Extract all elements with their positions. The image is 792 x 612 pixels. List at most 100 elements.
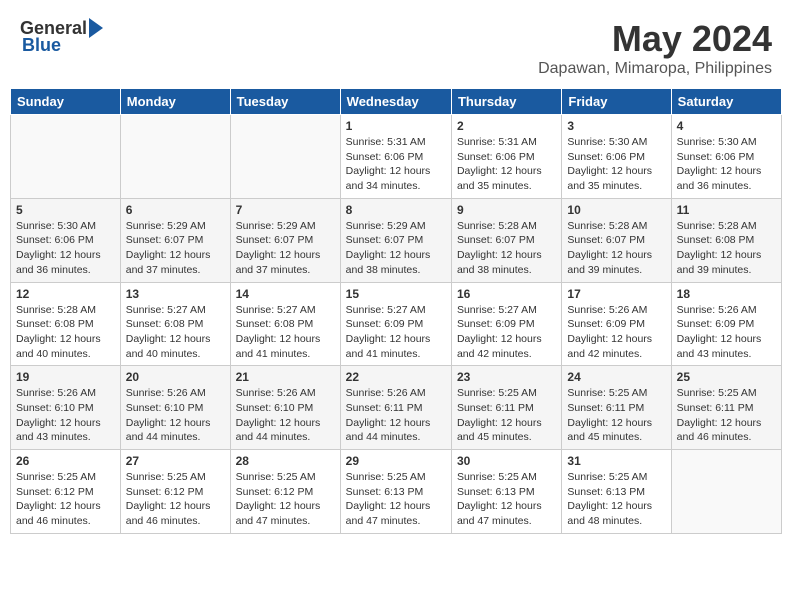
calendar-cell: 2 Sunrise: 5:31 AM Sunset: 6:06 PM Daylig… [451, 115, 561, 199]
logo-arrow-icon [89, 18, 103, 38]
day-number: 14 [236, 287, 335, 301]
calendar-week-row: 26 Sunrise: 5:25 AM Sunset: 6:12 PM Dayli… [11, 450, 782, 534]
day-info: Sunrise: 5:29 AM Sunset: 6:07 PM Dayligh… [346, 219, 446, 278]
calendar-cell: 10 Sunrise: 5:28 AM Sunset: 6:07 PM Dayli… [562, 198, 671, 282]
weekday-header-saturday: Saturday [671, 89, 781, 115]
day-number: 4 [677, 119, 776, 133]
day-info: Sunrise: 5:25 AM Sunset: 6:11 PM Dayligh… [567, 386, 665, 445]
calendar-cell: 1Sunrise: 5:31 AM Sunset: 6:06 PM Daylig… [340, 115, 451, 199]
weekday-header-monday: Monday [120, 89, 230, 115]
day-info: Sunrise: 5:28 AM Sunset: 6:07 PM Dayligh… [567, 219, 665, 278]
day-info: Sunrise: 5:26 AM Sunset: 6:10 PM Dayligh… [16, 386, 115, 445]
weekday-header-sunday: Sunday [11, 89, 121, 115]
day-number: 31 [567, 454, 665, 468]
day-number: 11 [677, 203, 776, 217]
calendar-cell: 18 Sunrise: 5:26 AM Sunset: 6:09 PM Dayli… [671, 282, 781, 366]
calendar-cell: 30Sunrise: 5:25 AM Sunset: 6:13 PM Dayli… [451, 450, 561, 534]
day-number: 13 [126, 287, 225, 301]
calendar-cell: 26 Sunrise: 5:25 AM Sunset: 6:12 PM Dayli… [11, 450, 121, 534]
day-number: 16 [457, 287, 556, 301]
day-number: 3 [567, 119, 665, 133]
day-info: Sunrise: 5:30 AM Sunset: 6:06 PM Dayligh… [567, 135, 665, 194]
day-number: 21 [236, 370, 335, 384]
calendar-cell: 12 Sunrise: 5:28 AM Sunset: 6:08 PM Dayli… [11, 282, 121, 366]
calendar-cell: 23 Sunrise: 5:25 AM Sunset: 6:11 PM Dayli… [451, 366, 561, 450]
calendar-cell: 28 Sunrise: 5:25 AM Sunset: 6:12 PM Dayli… [230, 450, 340, 534]
day-info: Sunrise: 5:25 AM Sunset: 6:12 PM Dayligh… [236, 470, 335, 529]
day-number: 28 [236, 454, 335, 468]
day-info: Sunrise: 5:31 AM Sunset: 6:06 PM Dayligh… [457, 135, 556, 194]
day-info: Sunrise: 5:25 AM Sunset: 6:13 PM Dayligh… [567, 470, 665, 529]
weekday-header-tuesday: Tuesday [230, 89, 340, 115]
day-number: 15 [346, 287, 446, 301]
day-info: Sunrise: 5:31 AM Sunset: 6:06 PM Dayligh… [346, 135, 446, 194]
calendar-cell: 13 Sunrise: 5:27 AM Sunset: 6:08 PM Dayli… [120, 282, 230, 366]
calendar-cell: 25 Sunrise: 5:25 AM Sunset: 6:11 PM Dayli… [671, 366, 781, 450]
calendar-week-row: 19 Sunrise: 5:26 AM Sunset: 6:10 PM Dayli… [11, 366, 782, 450]
calendar-week-row: 12 Sunrise: 5:28 AM Sunset: 6:08 PM Dayli… [11, 282, 782, 366]
calendar-header-row: SundayMondayTuesdayWednesdayThursdayFrid… [11, 89, 782, 115]
day-info: Sunrise: 5:26 AM Sunset: 6:09 PM Dayligh… [567, 303, 665, 362]
day-number: 23 [457, 370, 556, 384]
day-info: Sunrise: 5:25 AM Sunset: 6:11 PM Dayligh… [457, 386, 556, 445]
day-number: 12 [16, 287, 115, 301]
calendar-cell: 4 Sunrise: 5:30 AM Sunset: 6:06 PM Daylig… [671, 115, 781, 199]
calendar-cell [671, 450, 781, 534]
day-info: Sunrise: 5:29 AM Sunset: 6:07 PM Dayligh… [126, 219, 225, 278]
calendar-cell: 9 Sunrise: 5:28 AM Sunset: 6:07 PM Daylig… [451, 198, 561, 282]
day-number: 7 [236, 203, 335, 217]
calendar-cell: 11Sunrise: 5:28 AM Sunset: 6:08 PM Dayli… [671, 198, 781, 282]
day-number: 18 [677, 287, 776, 301]
day-info: Sunrise: 5:27 AM Sunset: 6:08 PM Dayligh… [126, 303, 225, 362]
day-info: Sunrise: 5:27 AM Sunset: 6:08 PM Dayligh… [236, 303, 335, 362]
day-info: Sunrise: 5:29 AM Sunset: 6:07 PM Dayligh… [236, 219, 335, 278]
calendar-title: May 2024 [538, 18, 772, 60]
day-number: 24 [567, 370, 665, 384]
calendar-table: SundayMondayTuesdayWednesdayThursdayFrid… [10, 88, 782, 534]
calendar-cell: 21 Sunrise: 5:26 AM Sunset: 6:10 PM Dayli… [230, 366, 340, 450]
day-number: 10 [567, 203, 665, 217]
calendar-cell: 6Sunrise: 5:29 AM Sunset: 6:07 PM Daylig… [120, 198, 230, 282]
day-number: 20 [126, 370, 225, 384]
day-info: Sunrise: 5:27 AM Sunset: 6:09 PM Dayligh… [346, 303, 446, 362]
calendar-week-row: 1Sunrise: 5:31 AM Sunset: 6:06 PM Daylig… [11, 115, 782, 199]
calendar-cell [11, 115, 121, 199]
day-info: Sunrise: 5:25 AM Sunset: 6:11 PM Dayligh… [677, 386, 776, 445]
day-info: Sunrise: 5:28 AM Sunset: 6:07 PM Dayligh… [457, 219, 556, 278]
day-number: 9 [457, 203, 556, 217]
day-number: 17 [567, 287, 665, 301]
day-number: 19 [16, 370, 115, 384]
day-info: Sunrise: 5:27 AM Sunset: 6:09 PM Dayligh… [457, 303, 556, 362]
calendar-cell: 19 Sunrise: 5:26 AM Sunset: 6:10 PM Dayli… [11, 366, 121, 450]
calendar-cell: 22Sunrise: 5:26 AM Sunset: 6:11 PM Dayli… [340, 366, 451, 450]
calendar-cell: 17 Sunrise: 5:26 AM Sunset: 6:09 PM Dayli… [562, 282, 671, 366]
logo: General Blue [20, 18, 103, 56]
calendar-cell: 14 Sunrise: 5:27 AM Sunset: 6:08 PM Dayli… [230, 282, 340, 366]
day-number: 25 [677, 370, 776, 384]
calendar-cell [120, 115, 230, 199]
day-info: Sunrise: 5:25 AM Sunset: 6:12 PM Dayligh… [16, 470, 115, 529]
day-number: 8 [346, 203, 446, 217]
day-info: Sunrise: 5:30 AM Sunset: 6:06 PM Dayligh… [677, 135, 776, 194]
day-info: Sunrise: 5:26 AM Sunset: 6:10 PM Dayligh… [236, 386, 335, 445]
day-info: Sunrise: 5:25 AM Sunset: 6:12 PM Dayligh… [126, 470, 225, 529]
calendar-cell [230, 115, 340, 199]
day-number: 5 [16, 203, 115, 217]
day-number: 26 [16, 454, 115, 468]
day-number: 2 [457, 119, 556, 133]
calendar-cell: 24 Sunrise: 5:25 AM Sunset: 6:11 PM Dayli… [562, 366, 671, 450]
day-info: Sunrise: 5:25 AM Sunset: 6:13 PM Dayligh… [346, 470, 446, 529]
calendar-cell: 5Sunrise: 5:30 AM Sunset: 6:06 PM Daylig… [11, 198, 121, 282]
calendar-cell: 7 Sunrise: 5:29 AM Sunset: 6:07 PM Daylig… [230, 198, 340, 282]
header: General Blue May 2024 Dapawan, Mimaropa,… [10, 10, 782, 82]
title-block: May 2024 Dapawan, Mimaropa, Philippines [538, 18, 772, 78]
day-info: Sunrise: 5:28 AM Sunset: 6:08 PM Dayligh… [16, 303, 115, 362]
calendar-cell: 27 Sunrise: 5:25 AM Sunset: 6:12 PM Dayli… [120, 450, 230, 534]
calendar-cell: 20Sunrise: 5:26 AM Sunset: 6:10 PM Dayli… [120, 366, 230, 450]
day-number: 22 [346, 370, 446, 384]
calendar-cell: 29Sunrise: 5:25 AM Sunset: 6:13 PM Dayli… [340, 450, 451, 534]
day-number: 27 [126, 454, 225, 468]
day-info: Sunrise: 5:25 AM Sunset: 6:13 PM Dayligh… [457, 470, 556, 529]
day-info: Sunrise: 5:26 AM Sunset: 6:09 PM Dayligh… [677, 303, 776, 362]
calendar-cell: 15 Sunrise: 5:27 AM Sunset: 6:09 PM Dayli… [340, 282, 451, 366]
